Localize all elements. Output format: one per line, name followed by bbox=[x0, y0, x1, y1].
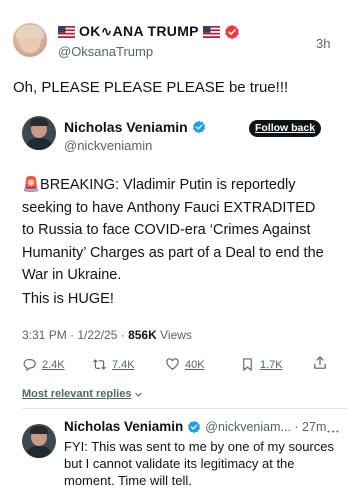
reply-icon bbox=[23, 359, 36, 371]
post-display-name: OK∿ANA TRUMP bbox=[79, 23, 199, 39]
repost-icon bbox=[93, 359, 106, 370]
more-options-button[interactable] bbox=[327, 421, 339, 439]
repost-action[interactable]: 7.4K bbox=[92, 357, 135, 372]
sort-replies-label: Most relevant replies bbox=[22, 388, 132, 400]
quoted-author-line[interactable]: Nicholas Veniamin bbox=[64, 119, 206, 135]
quoted-text-body: 🚨BREAKING: Vladimir Putin is reportedly … bbox=[22, 177, 324, 283]
divider bbox=[22, 408, 347, 409]
reply-avatar[interactable] bbox=[22, 424, 56, 458]
reply-handle-time: @nickveniam... · 27m bbox=[205, 419, 327, 434]
bookmark-count: 1.7K bbox=[260, 358, 283, 371]
verified-badge-icon bbox=[192, 120, 205, 134]
verified-badge-icon bbox=[188, 420, 201, 433]
reply-action[interactable]: 2.4K bbox=[22, 357, 65, 372]
post-text: Oh, PLEASE PLEASE PLEASE be true!!! bbox=[13, 79, 289, 96]
post-author-line[interactable]: OK∿ANA TRUMP bbox=[58, 23, 240, 40]
like-count: 40K bbox=[185, 358, 205, 371]
like-action[interactable]: 40K bbox=[165, 357, 205, 372]
bookmark-icon bbox=[243, 358, 252, 371]
views-count: 856K bbox=[128, 328, 157, 342]
quoted-author-name: Nicholas Veniamin bbox=[64, 119, 188, 135]
us-flag-icon bbox=[58, 25, 75, 38]
bookmark-action[interactable]: 1.7K bbox=[240, 357, 283, 372]
reply-author-line[interactable]: Nicholas Veniamin @nickveniam... · 27m bbox=[64, 419, 326, 434]
share-button[interactable] bbox=[312, 355, 328, 376]
sort-replies-dropdown[interactable]: Most relevant replies bbox=[22, 388, 143, 400]
heart-icon bbox=[166, 358, 179, 371]
reply-text: FYI: This was sent to me by one of my so… bbox=[64, 439, 334, 488]
repost-count: 7.4K bbox=[112, 358, 135, 371]
verified-badge-icon bbox=[224, 24, 239, 39]
share-icon bbox=[314, 356, 326, 369]
post-handle[interactable]: @OksanaTrump bbox=[58, 44, 153, 59]
follow-back-button[interactable]: Follow back bbox=[249, 120, 321, 137]
views-label: Views bbox=[160, 328, 192, 342]
quoted-author-handle[interactable]: @nickveniamin bbox=[64, 138, 152, 153]
quoted-timestamp[interactable]: 3:31 PM · 1/22/25 · bbox=[22, 328, 125, 342]
nicholas-avatar[interactable] bbox=[22, 116, 56, 150]
oksana-avatar[interactable] bbox=[13, 23, 47, 57]
quoted-text-paragraph-1: 🚨BREAKING: Vladimir Putin is reportedly … bbox=[22, 174, 327, 287]
reply-count: 2.4K bbox=[42, 358, 65, 371]
post-time[interactable]: 3h bbox=[316, 36, 330, 51]
quoted-meta-line: 3:31 PM · 1/22/25 · 856K Views bbox=[22, 328, 192, 342]
reply-author-name: Nicholas Veniamin bbox=[64, 419, 184, 434]
more-dots-icon bbox=[327, 430, 339, 433]
chevron-down-icon bbox=[135, 392, 143, 397]
us-flag-icon bbox=[202, 25, 220, 38]
quoted-text-paragraph-2: This is HUGE! bbox=[22, 291, 114, 307]
